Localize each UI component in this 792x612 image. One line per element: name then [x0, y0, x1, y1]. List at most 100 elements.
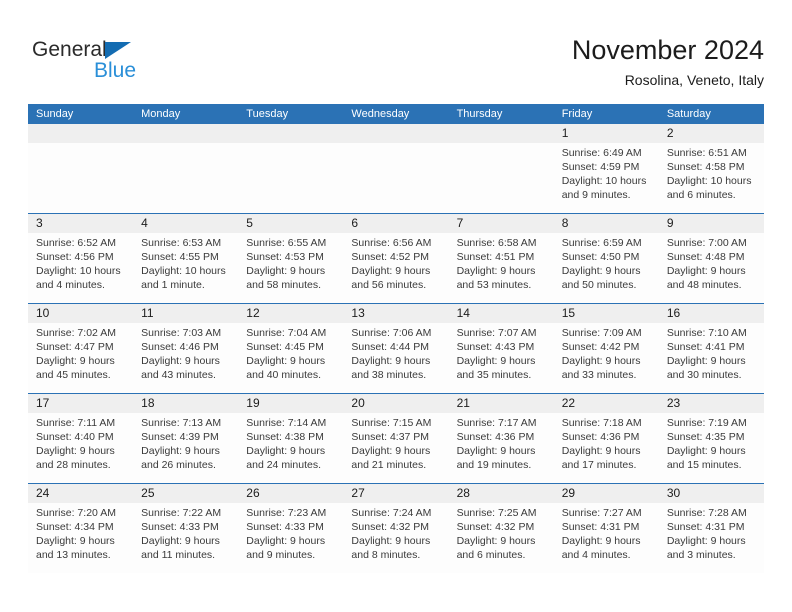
sunset-text: Sunset: 4:33 PM [246, 521, 324, 533]
week-row: 3 4 5 6 7 8 9 Sunrise: 6:52 AM Sunset: 4… [28, 213, 764, 303]
date-number[interactable]: 28 [449, 484, 554, 503]
day-cell[interactable]: Sunrise: 7:14 AM Sunset: 4:38 PM Dayligh… [238, 413, 343, 483]
sunrise-text: Sunrise: 7:15 AM [351, 417, 432, 429]
day-cell[interactable]: Sunrise: 7:02 AM Sunset: 4:47 PM Dayligh… [28, 323, 133, 393]
daylight-text-line2: and 9 minutes. [561, 189, 631, 201]
day-cell[interactable] [449, 143, 554, 213]
day-cell[interactable]: Sunrise: 6:56 AM Sunset: 4:52 PM Dayligh… [343, 233, 448, 303]
day-cell[interactable]: Sunrise: 7:07 AM Sunset: 4:43 PM Dayligh… [449, 323, 554, 393]
date-number[interactable]: 5 [238, 214, 343, 233]
date-band: 17 18 19 20 21 22 23 [28, 394, 764, 413]
date-number[interactable]: 6 [343, 214, 448, 233]
day-cell[interactable]: Sunrise: 6:51 AM Sunset: 4:58 PM Dayligh… [659, 143, 764, 213]
day-cell[interactable]: Sunrise: 6:53 AM Sunset: 4:55 PM Dayligh… [133, 233, 238, 303]
date-number[interactable]: 27 [343, 484, 448, 503]
day-cell[interactable]: Sunrise: 7:10 AM Sunset: 4:41 PM Dayligh… [659, 323, 764, 393]
date-number[interactable]: 20 [343, 394, 448, 413]
weekday-monday: Monday [141, 108, 181, 120]
date-number[interactable]: 15 [554, 304, 659, 323]
date-number[interactable] [28, 124, 133, 143]
daylight-text-line1: Daylight: 9 hours [666, 265, 746, 277]
page-title: November 2024 [571, 35, 764, 65]
day-cell[interactable]: Sunrise: 7:22 AM Sunset: 4:33 PM Dayligh… [133, 503, 238, 573]
daylight-text-line2: and 8 minutes. [351, 549, 421, 561]
sunset-text: Sunset: 4:33 PM [141, 521, 219, 533]
date-number[interactable]: 17 [28, 394, 133, 413]
day-cell[interactable] [238, 143, 343, 213]
week-row: 17 18 19 20 21 22 23 Sunrise: 7:11 AM Su… [28, 393, 764, 483]
day-cell[interactable] [133, 143, 238, 213]
date-number[interactable]: 18 [133, 394, 238, 413]
day-cell[interactable]: Sunrise: 7:23 AM Sunset: 4:33 PM Dayligh… [238, 503, 343, 573]
day-cell[interactable]: Sunrise: 7:28 AM Sunset: 4:31 PM Dayligh… [659, 503, 764, 573]
date-number[interactable]: 29 [554, 484, 659, 503]
day-cell[interactable]: Sunrise: 7:18 AM Sunset: 4:36 PM Dayligh… [554, 413, 659, 483]
day-cell[interactable]: Sunrise: 6:58 AM Sunset: 4:51 PM Dayligh… [449, 233, 554, 303]
daylight-text-line2: and 24 minutes. [246, 459, 321, 471]
date-number[interactable]: 3 [28, 214, 133, 233]
daylight-text-line2: and 56 minutes. [351, 279, 427, 291]
date-number[interactable]: 8 [554, 214, 659, 233]
date-number[interactable] [238, 124, 343, 143]
day-cell[interactable]: Sunrise: 7:20 AM Sunset: 4:34 PM Dayligh… [28, 503, 133, 573]
sunset-text: Sunset: 4:46 PM [141, 341, 219, 353]
date-number[interactable]: 2 [659, 124, 764, 143]
date-number[interactable]: 14 [449, 304, 554, 323]
weekday-saturday: Saturday [666, 108, 711, 120]
date-number[interactable]: 13 [343, 304, 448, 323]
date-number[interactable]: 7 [449, 214, 554, 233]
date-number[interactable]: 11 [133, 304, 238, 323]
sunrise-text: Sunrise: 7:24 AM [351, 507, 432, 519]
day-cell[interactable]: Sunrise: 7:13 AM Sunset: 4:39 PM Dayligh… [133, 413, 238, 483]
date-number[interactable]: 4 [133, 214, 238, 233]
date-number[interactable]: 16 [659, 304, 764, 323]
day-cell[interactable]: Sunrise: 6:55 AM Sunset: 4:53 PM Dayligh… [238, 233, 343, 303]
sunset-text: Sunset: 4:32 PM [351, 521, 430, 533]
day-cell[interactable] [28, 143, 133, 213]
date-number[interactable]: 23 [659, 394, 764, 413]
date-number[interactable]: 1 [554, 124, 659, 143]
day-cell[interactable]: Sunrise: 7:00 AM Sunset: 4:48 PM Dayligh… [659, 233, 764, 303]
date-number[interactable]: 10 [28, 304, 133, 323]
sunrise-text: Sunrise: 7:27 AM [561, 507, 642, 519]
daylight-text-line2: and 6 minutes. [456, 549, 526, 561]
day-cell[interactable]: Sunrise: 7:04 AM Sunset: 4:45 PM Dayligh… [238, 323, 343, 393]
day-cell[interactable]: Sunrise: 6:52 AM Sunset: 4:56 PM Dayligh… [28, 233, 133, 303]
date-number[interactable]: 26 [238, 484, 343, 503]
date-number[interactable] [133, 124, 238, 143]
daylight-text-line2: and 43 minutes. [141, 369, 216, 381]
date-number[interactable]: 9 [659, 214, 764, 233]
day-cell[interactable]: Sunrise: 7:03 AM Sunset: 4:46 PM Dayligh… [133, 323, 238, 393]
day-cell[interactable]: Sunrise: 7:09 AM Sunset: 4:42 PM Dayligh… [554, 323, 659, 393]
sunrise-text: Sunrise: 7:14 AM [246, 417, 327, 429]
day-cell[interactable]: Sunrise: 7:15 AM Sunset: 4:37 PM Dayligh… [343, 413, 448, 483]
date-number[interactable]: 24 [28, 484, 133, 503]
day-cell[interactable]: Sunrise: 7:19 AM Sunset: 4:35 PM Dayligh… [659, 413, 764, 483]
date-number[interactable] [449, 124, 554, 143]
date-number[interactable] [343, 124, 448, 143]
daylight-text-line1: Daylight: 9 hours [666, 535, 746, 547]
sunset-text: Sunset: 4:37 PM [351, 431, 430, 443]
day-cell[interactable] [343, 143, 448, 213]
date-number[interactable]: 12 [238, 304, 343, 323]
sunset-text: Sunset: 4:44 PM [351, 341, 430, 353]
day-cell[interactable]: Sunrise: 6:49 AM Sunset: 4:59 PM Dayligh… [554, 143, 659, 213]
date-number[interactable]: 30 [659, 484, 764, 503]
date-number[interactable]: 19 [238, 394, 343, 413]
sunset-text: Sunset: 4:51 PM [456, 251, 535, 263]
day-cell[interactable]: Sunrise: 7:06 AM Sunset: 4:44 PM Dayligh… [343, 323, 448, 393]
general-blue-logo[interactable]: General Blue [32, 38, 162, 86]
date-number[interactable]: 21 [449, 394, 554, 413]
date-band: 10 11 12 13 14 15 16 [28, 304, 764, 323]
date-number[interactable]: 25 [133, 484, 238, 503]
day-cell[interactable]: Sunrise: 7:17 AM Sunset: 4:36 PM Dayligh… [449, 413, 554, 483]
day-cell[interactable]: Sunrise: 7:11 AM Sunset: 4:40 PM Dayligh… [28, 413, 133, 483]
day-cell[interactable]: Sunrise: 7:27 AM Sunset: 4:31 PM Dayligh… [554, 503, 659, 573]
daylight-text-line1: Daylight: 9 hours [246, 265, 326, 277]
sunrise-text: Sunrise: 6:59 AM [561, 237, 642, 249]
day-cell[interactable]: Sunrise: 6:59 AM Sunset: 4:50 PM Dayligh… [554, 233, 659, 303]
sunrise-text: Sunrise: 7:28 AM [666, 507, 747, 519]
day-cell[interactable]: Sunrise: 7:25 AM Sunset: 4:32 PM Dayligh… [449, 503, 554, 573]
day-cell[interactable]: Sunrise: 7:24 AM Sunset: 4:32 PM Dayligh… [343, 503, 448, 573]
date-number[interactable]: 22 [554, 394, 659, 413]
